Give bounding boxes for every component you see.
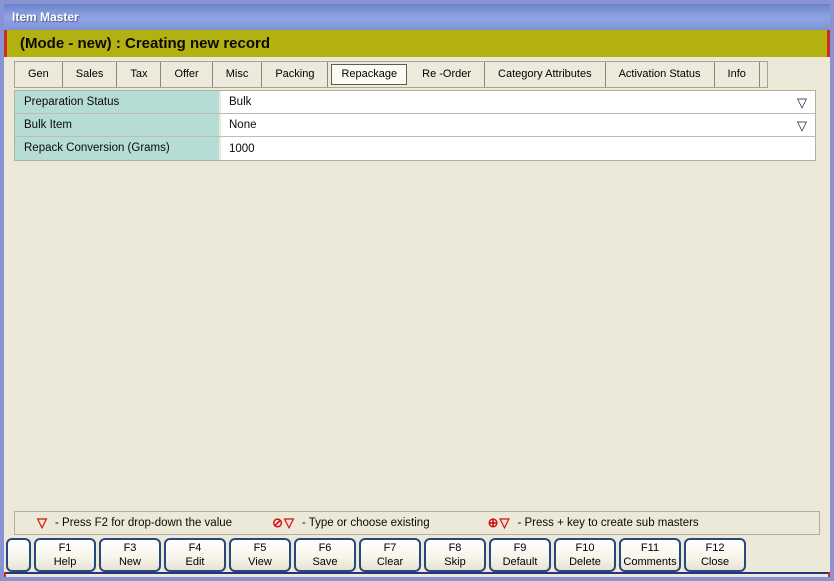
bulk-item-label: Bulk Item: [15, 114, 221, 136]
preparation-status-label: Preparation Status: [15, 91, 221, 113]
tab-tax[interactable]: Tax: [117, 62, 161, 87]
f10-delete-button[interactable]: F10 Delete: [554, 538, 616, 572]
field-row-repack-conversion: Repack Conversion (Grams) 1000: [15, 137, 815, 160]
tab-gen[interactable]: Gen: [15, 62, 63, 87]
f10-key-label: F10: [556, 541, 614, 555]
legend-item-type-or-choose: ⊘▽ - Type or choose existing: [272, 515, 430, 531]
field-row-preparation-status: Preparation Status Bulk ▽: [15, 91, 815, 114]
f12-key-label: F12: [686, 541, 744, 555]
f5-action-label: View: [231, 555, 289, 569]
f4-key-label: F4: [166, 541, 224, 555]
f12-close-button[interactable]: F12 Close: [684, 538, 746, 572]
legend-bar: ▽ - Press F2 for drop-down the value ⊘▽ …: [14, 511, 820, 535]
tab-repackage[interactable]: Repackage: [331, 64, 407, 85]
f5-view-button[interactable]: F5 View: [229, 538, 291, 572]
legend-text-sub-masters: - Press + key to create sub masters: [517, 517, 698, 529]
f1-help-button[interactable]: F1 Help: [34, 538, 96, 572]
f9-key-label: F9: [491, 541, 549, 555]
tab-misc[interactable]: Misc: [213, 62, 263, 87]
f1-key-label: F1: [36, 541, 94, 555]
legend-item-dropdown: ▽ - Press F2 for drop-down the value: [37, 515, 232, 531]
circle-slash-triangle-icon: ⊘▽: [272, 515, 295, 531]
right-corner-accent: [828, 572, 834, 581]
item-master-window: Item Master (Mode - new) : Creating new …: [0, 0, 834, 581]
tab-strip: Gen Sales Tax Offer Misc Packing Repacka…: [14, 61, 768, 88]
preparation-status-text: Bulk: [229, 96, 251, 108]
bulk-item-value[interactable]: None ▽: [221, 114, 815, 136]
function-button-bar: F1 Help F3 New F4 Edit F5 View F6 Save F…: [6, 538, 746, 572]
tab-offer[interactable]: Offer: [161, 62, 212, 87]
f4-action-label: Edit: [166, 555, 224, 569]
f3-key-label: F3: [101, 541, 159, 555]
tab-re-order[interactable]: Re -Order: [409, 62, 485, 87]
circle-plus-triangle-icon: ⊕▽: [488, 515, 511, 531]
dropdown-icon[interactable]: ▽: [797, 96, 807, 109]
f8-skip-button[interactable]: F8 Skip: [424, 538, 486, 572]
mode-text: (Mode - new) : Creating new record: [7, 30, 827, 57]
f7-clear-button[interactable]: F7 Clear: [359, 538, 421, 572]
window-title: Item Master: [12, 10, 79, 24]
legend-text-dropdown: - Press F2 for drop-down the value: [55, 517, 232, 529]
tab-activation-status[interactable]: Activation Status: [606, 62, 715, 87]
f3-new-button[interactable]: F3 New: [99, 538, 161, 572]
legend-text-type-or-choose: - Type or choose existing: [302, 517, 430, 529]
f8-action-label: Skip: [426, 555, 484, 569]
f1-action-label: Help: [36, 555, 94, 569]
f6-key-label: F6: [296, 541, 354, 555]
tab-info[interactable]: Info: [715, 62, 760, 87]
f8-key-label: F8: [426, 541, 484, 555]
f11-action-label: Comments: [621, 555, 679, 569]
dropdown-icon[interactable]: ▽: [797, 119, 807, 132]
spacer-button: [6, 538, 31, 572]
field-table: Preparation Status Bulk ▽ Bulk Item None…: [14, 90, 816, 161]
f12-action-label: Close: [686, 555, 744, 569]
bulk-item-text: None: [229, 119, 257, 131]
tab-packing[interactable]: Packing: [262, 62, 328, 87]
mode-bar: (Mode - new) : Creating new record: [4, 30, 830, 57]
f5-key-label: F5: [231, 541, 289, 555]
repack-conversion-text: 1000: [229, 143, 255, 155]
f11-comments-button[interactable]: F11 Comments: [619, 538, 681, 572]
f6-save-button[interactable]: F6 Save: [294, 538, 356, 572]
field-row-bulk-item: Bulk Item None ▽: [15, 114, 815, 137]
f10-action-label: Delete: [556, 555, 614, 569]
dropdown-triangle-icon: ▽: [37, 515, 48, 531]
f9-action-label: Default: [491, 555, 549, 569]
tab-category-attributes[interactable]: Category Attributes: [485, 62, 606, 87]
preparation-status-value[interactable]: Bulk ▽: [221, 91, 815, 113]
f9-default-button[interactable]: F9 Default: [489, 538, 551, 572]
f7-action-label: Clear: [361, 555, 419, 569]
repack-conversion-value[interactable]: 1000: [221, 137, 815, 160]
repack-conversion-label: Repack Conversion (Grams): [15, 137, 221, 160]
f7-key-label: F7: [361, 541, 419, 555]
f6-action-label: Save: [296, 555, 354, 569]
bottom-divider: [4, 572, 830, 574]
title-bar: Item Master: [4, 4, 830, 30]
tab-sales[interactable]: Sales: [63, 62, 118, 87]
f11-key-label: F11: [621, 541, 679, 555]
left-corner-accent: [0, 572, 6, 581]
legend-item-sub-masters: ⊕▽ - Press + key to create sub masters: [488, 515, 699, 531]
f4-edit-button[interactable]: F4 Edit: [164, 538, 226, 572]
f3-action-label: New: [101, 555, 159, 569]
